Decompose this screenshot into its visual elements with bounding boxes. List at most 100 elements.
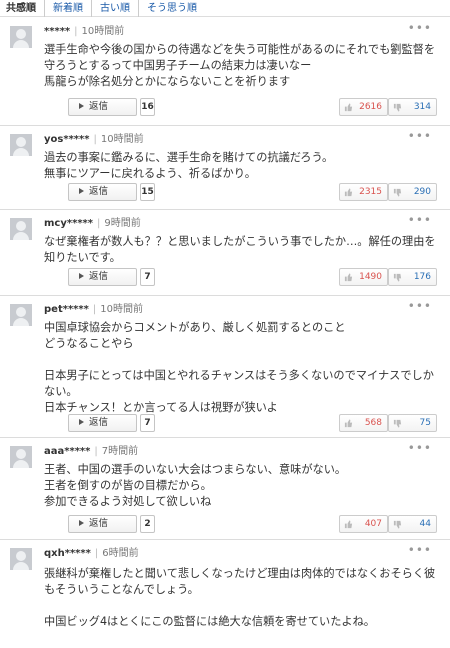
username: yos***** bbox=[44, 134, 90, 145]
comment-meta: ***** | 10時間前 bbox=[44, 26, 125, 37]
username: mcy***** bbox=[44, 218, 94, 229]
dislike-count: 290 bbox=[413, 187, 431, 197]
dislike-button[interactable]: 176 bbox=[388, 268, 437, 286]
more-options-icon[interactable]: ••• bbox=[408, 21, 432, 35]
thumbs-down-icon bbox=[393, 273, 402, 282]
comment-actions: 返信 15 2315 290 bbox=[44, 183, 444, 201]
reply-button[interactable]: 返信 bbox=[68, 183, 137, 201]
sort-tabs: 共感順 新着順 古い順 そう思う順 bbox=[0, 0, 450, 17]
reply-count: 16 bbox=[140, 98, 155, 116]
avatar bbox=[10, 304, 32, 326]
more-options-icon[interactable]: ••• bbox=[408, 441, 432, 455]
thumbs-up-icon bbox=[344, 273, 353, 282]
tab-sort-newest[interactable]: 新着順 bbox=[45, 0, 92, 17]
thumbs-up-icon bbox=[344, 188, 353, 197]
timestamp: 10時間前 bbox=[81, 26, 125, 37]
comment-actions: 返信 7 1490 176 bbox=[44, 268, 444, 286]
comment-item: aaa***** | 7時間前 ••• 王者、中国の選手のいない大会はつまらない、意… bbox=[0, 438, 450, 540]
thumbs-up-icon bbox=[344, 103, 353, 112]
username: qxh***** bbox=[44, 548, 91, 559]
thumbs-down-icon bbox=[393, 419, 402, 428]
dislike-count: 176 bbox=[413, 272, 431, 282]
reply-label: 返信 bbox=[89, 186, 109, 197]
thumbs-down-icon bbox=[393, 103, 402, 112]
like-button[interactable]: 2315 bbox=[339, 183, 388, 201]
comment-item: yos***** | 10時間前 ••• 過去の事案に鑑みるに、選手生命を賭けての抗… bbox=[0, 126, 450, 210]
username: aaa***** bbox=[44, 446, 91, 457]
like-button[interactable]: 407 bbox=[339, 515, 388, 533]
username: ***** bbox=[44, 26, 71, 37]
dislike-button[interactable]: 44 bbox=[388, 515, 437, 533]
avatar bbox=[10, 26, 32, 48]
reply-label: 返信 bbox=[89, 417, 109, 428]
dislike-count: 44 bbox=[419, 519, 431, 529]
comment-actions: 返信 2 407 44 bbox=[44, 515, 444, 533]
comment-text: 選手生命や今後の国からの待遇などを失う可能性があるのにそれでも劉監督を守ろうとす… bbox=[44, 43, 436, 88]
triangle-right-icon bbox=[79, 419, 84, 425]
triangle-right-icon bbox=[79, 273, 84, 279]
like-count: 568 bbox=[364, 418, 382, 428]
comment-meta: pet***** | 10時間前 bbox=[44, 304, 143, 315]
reply-count: 2 bbox=[140, 515, 155, 533]
triangle-right-icon bbox=[79, 103, 84, 109]
timestamp: 6時間前 bbox=[102, 548, 139, 559]
comment-meta: yos***** | 10時間前 bbox=[44, 134, 144, 145]
comment-item: ***** | 10時間前 ••• 選手生命や今後の国からの待遇などを失う可能性があ… bbox=[0, 18, 450, 126]
comment-actions: 返信 16 2616 314 bbox=[44, 98, 444, 116]
dislike-button[interactable]: 75 bbox=[388, 414, 437, 432]
comment-item: mcy***** | 9時間前 ••• なぜ棄権者が数人も？？と思いましたがこういう… bbox=[0, 210, 450, 296]
username: pet***** bbox=[44, 304, 89, 315]
reply-label: 返信 bbox=[89, 271, 109, 282]
like-count: 1490 bbox=[359, 272, 382, 282]
thumbs-down-icon bbox=[393, 188, 402, 197]
triangle-right-icon bbox=[79, 188, 84, 194]
thumbs-down-icon bbox=[393, 520, 402, 529]
reply-label: 返信 bbox=[89, 518, 109, 529]
comment-text: 過去の事案に鑑みるに、選手生命を賭けての抗議だろう。 無事にツアーに戻れるよう、… bbox=[44, 151, 334, 180]
triangle-right-icon bbox=[79, 520, 84, 526]
comment-meta: qxh***** | 6時間前 bbox=[44, 548, 139, 559]
reply-count: 7 bbox=[140, 268, 155, 286]
avatar bbox=[10, 218, 32, 240]
more-options-icon[interactable]: ••• bbox=[408, 129, 432, 143]
comment-meta: mcy***** | 9時間前 bbox=[44, 218, 141, 229]
comment-item: qxh***** | 6時間前 ••• 張継科が棄権したと聞いて悲しくなったけど理由… bbox=[0, 540, 450, 648]
like-button[interactable]: 1490 bbox=[339, 268, 388, 286]
comment-actions: 返信 7 568 75 bbox=[44, 414, 444, 432]
like-button[interactable]: 568 bbox=[339, 414, 388, 432]
tab-sort-empathy[interactable]: 共感順 bbox=[4, 0, 45, 17]
more-options-icon[interactable]: ••• bbox=[408, 213, 432, 227]
dislike-count: 75 bbox=[419, 418, 431, 428]
comment-meta: aaa***** | 7時間前 bbox=[44, 446, 139, 457]
thumbs-up-icon bbox=[344, 419, 353, 428]
avatar bbox=[10, 446, 32, 468]
timestamp: 10時間前 bbox=[100, 134, 144, 145]
reply-button[interactable]: 返信 bbox=[68, 268, 137, 286]
reply-count: 15 bbox=[140, 183, 155, 201]
like-button[interactable]: 2616 bbox=[339, 98, 388, 116]
comment-text: 張継科が棄権したと聞いて悲しくなったけど理由は肉体的ではなくおそらく彼もそういう… bbox=[44, 567, 436, 628]
like-count: 2315 bbox=[359, 187, 382, 197]
thumbs-up-icon bbox=[344, 520, 353, 529]
tab-sort-oldest[interactable]: 古い順 bbox=[92, 0, 139, 17]
timestamp: 9時間前 bbox=[104, 218, 141, 229]
reply-button[interactable]: 返信 bbox=[68, 98, 137, 116]
reply-label: 返信 bbox=[89, 101, 109, 112]
dislike-button[interactable]: 290 bbox=[388, 183, 437, 201]
tab-sort-agree[interactable]: そう思う順 bbox=[139, 0, 205, 17]
more-options-icon[interactable]: ••• bbox=[408, 543, 432, 557]
like-count: 2616 bbox=[359, 102, 382, 112]
avatar bbox=[10, 134, 32, 156]
dislike-button[interactable]: 314 bbox=[388, 98, 437, 116]
reply-button[interactable]: 返信 bbox=[68, 515, 137, 533]
more-options-icon[interactable]: ••• bbox=[408, 299, 432, 313]
comment-item: pet***** | 10時間前 ••• 中国卓球協会からコメントがあり、厳しく処罰… bbox=[0, 296, 450, 438]
comment-text: なぜ棄権者が数人も？？と思いましたがこういう事でしたか…。解任の理由を知りたいで… bbox=[44, 235, 436, 264]
reply-count: 7 bbox=[140, 414, 155, 432]
timestamp: 10時間前 bbox=[100, 304, 143, 315]
reply-button[interactable]: 返信 bbox=[68, 414, 137, 432]
comment-text: 中国卓球協会からコメントがあり、厳しく処罰するとのこと どうなることやら 日本男… bbox=[44, 321, 434, 414]
comment-text: 王者、中国の選手のいない大会はつまらない、意味がない。 王者を倒すのが皆の目標だ… bbox=[44, 463, 347, 508]
like-count: 407 bbox=[364, 519, 382, 529]
timestamp: 7時間前 bbox=[101, 446, 139, 457]
